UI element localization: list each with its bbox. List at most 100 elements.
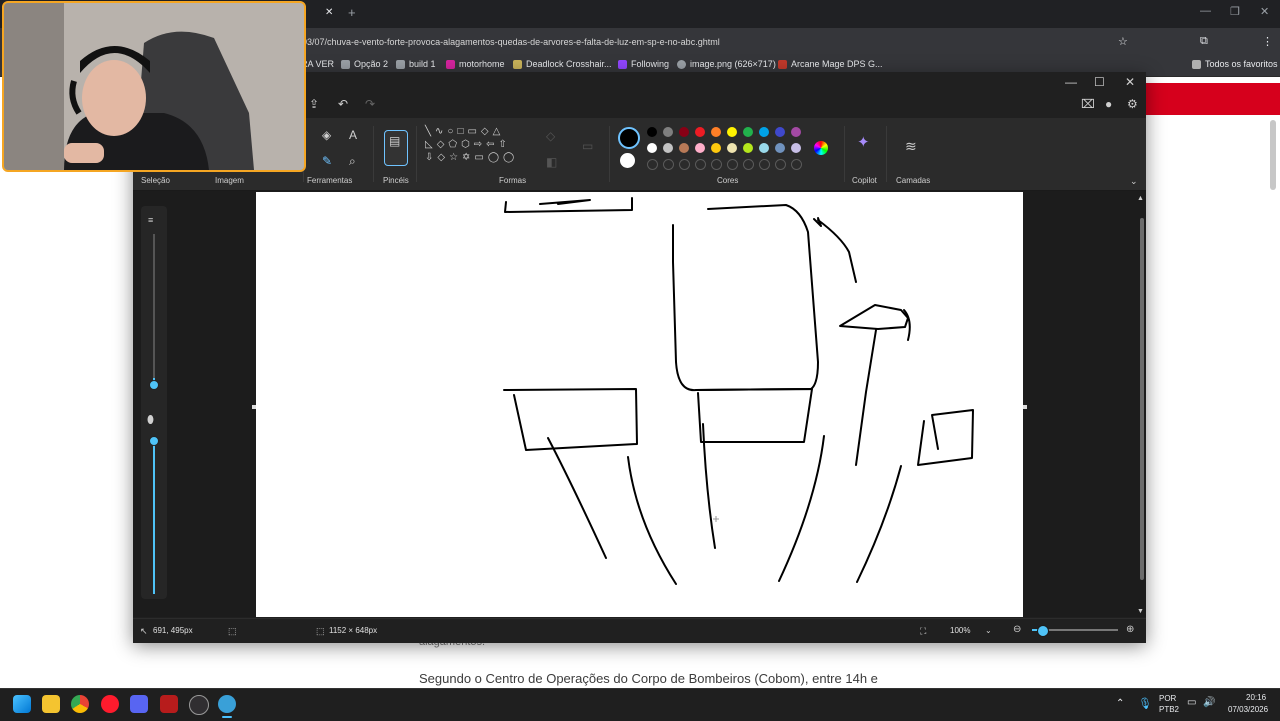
bookmark-item[interactable]: Following bbox=[618, 59, 669, 69]
custom-color-slot[interactable] bbox=[727, 159, 738, 170]
clock-time[interactable]: 20:16 bbox=[1246, 693, 1266, 702]
undo-icon[interactable]: ↶ bbox=[338, 98, 348, 110]
zoom-in-icon[interactable]: ⊕ bbox=[1126, 624, 1134, 636]
color-swatch[interactable] bbox=[727, 127, 737, 137]
volume-icon[interactable]: 🔊 bbox=[1203, 697, 1215, 708]
minimize-icon[interactable]: — bbox=[1065, 76, 1077, 88]
color-swatch[interactable] bbox=[679, 143, 689, 153]
color-swatch[interactable] bbox=[647, 127, 657, 137]
resize-handle[interactable] bbox=[1023, 405, 1027, 409]
custom-color-slot[interactable] bbox=[743, 159, 754, 170]
display-icon[interactable]: ▭ bbox=[1187, 697, 1196, 708]
keyboard-layout[interactable]: PTB2 bbox=[1159, 705, 1179, 714]
color-wheel-icon[interactable] bbox=[814, 141, 828, 155]
tab-close-icon[interactable]: ✕ bbox=[325, 7, 333, 18]
color-swatch[interactable] bbox=[743, 143, 753, 153]
redo-icon[interactable]: ↷ bbox=[365, 98, 375, 110]
url-text[interactable]: 03/07/chuva-e-vento-forte-provoca-alagam… bbox=[302, 37, 720, 47]
language-indicator[interactable]: POR bbox=[1159, 694, 1176, 703]
color-swatch[interactable] bbox=[679, 127, 689, 137]
bookmark-item[interactable]: Deadlock Crosshair... bbox=[513, 59, 612, 69]
bookmark-item[interactable]: motorhome bbox=[446, 59, 505, 69]
settings-icon[interactable]: ⚙ bbox=[1127, 98, 1138, 110]
color-swatch[interactable] bbox=[647, 143, 657, 153]
fit-to-window-icon[interactable]: ⛶ bbox=[920, 625, 926, 637]
size-slider-track[interactable] bbox=[153, 234, 155, 384]
windows-start-icon[interactable] bbox=[13, 695, 31, 713]
puzzle-icon[interactable]: ⧉ bbox=[1200, 35, 1208, 48]
drawing-canvas[interactable] bbox=[256, 192, 1023, 617]
color-swatch[interactable] bbox=[695, 127, 705, 137]
star-icon[interactable]: ☆ bbox=[1118, 35, 1128, 48]
bookmark-item[interactable]: image.png (626×717) bbox=[677, 59, 776, 69]
layers-icon[interactable]: ≋ bbox=[905, 139, 917, 153]
custom-color-slot[interactable] bbox=[711, 159, 722, 170]
copilot-icon[interactable]: ✦ bbox=[857, 135, 870, 150]
menu-icon[interactable]: ⋮ bbox=[1262, 35, 1273, 48]
scroll-down-icon[interactable]: ▼ bbox=[1137, 606, 1144, 618]
color-swatch[interactable] bbox=[727, 143, 737, 153]
color-swatch[interactable] bbox=[775, 143, 785, 153]
scroll-up-icon[interactable]: ▲ bbox=[1137, 193, 1144, 205]
custom-color-slot[interactable] bbox=[759, 159, 770, 170]
color-swatch[interactable] bbox=[775, 127, 785, 137]
bookmark-item[interactable]: Opção 2 bbox=[341, 59, 388, 69]
discord-icon[interactable] bbox=[130, 695, 148, 713]
collapse-ribbon-icon[interactable]: ⌄ bbox=[1130, 175, 1138, 187]
color-swatch[interactable] bbox=[711, 143, 721, 153]
custom-color-slot[interactable] bbox=[775, 159, 786, 170]
maximize-icon[interactable]: ☐ bbox=[1094, 76, 1105, 88]
color-swatch[interactable] bbox=[791, 127, 801, 137]
shape-size-icon[interactable]: ▭ bbox=[582, 140, 593, 152]
color-picker-icon[interactable]: ✎ bbox=[322, 155, 332, 167]
clock-date[interactable]: 07/03/2026 bbox=[1228, 705, 1268, 714]
opacity-slider-track[interactable] bbox=[153, 438, 155, 594]
custom-color-slot[interactable] bbox=[679, 159, 690, 170]
color-swatch[interactable] bbox=[743, 127, 753, 137]
close-icon[interactable]: ✕ bbox=[1125, 76, 1135, 88]
color-swatch[interactable] bbox=[711, 127, 721, 137]
fill-icon[interactable]: ◈ bbox=[322, 129, 331, 141]
zoom-level[interactable]: 100% bbox=[950, 626, 970, 635]
chrome-icon[interactable] bbox=[71, 695, 89, 713]
zoom-dropdown-icon[interactable]: ⌄ bbox=[985, 625, 992, 637]
color-swatch[interactable] bbox=[791, 143, 801, 153]
color-swatch[interactable] bbox=[759, 127, 769, 137]
magnifier-icon[interactable]: ⌕ bbox=[349, 155, 356, 167]
tray-overflow-icon[interactable]: ⌃ bbox=[1116, 698, 1124, 709]
share-icon[interactable]: ⇪ bbox=[309, 98, 319, 110]
custom-color-slot[interactable] bbox=[695, 159, 706, 170]
minimize-browser-icon[interactable]: — bbox=[1200, 5, 1211, 17]
color-swatch[interactable] bbox=[759, 143, 769, 153]
obs-icon[interactable] bbox=[189, 695, 209, 715]
color-swatch[interactable] bbox=[695, 143, 705, 153]
text-icon[interactable]: A bbox=[349, 129, 357, 141]
shapes-gallery[interactable]: ╲∿○□▭◇△ ◺◇⬠⬡⇨⇦⇧ ⇩◇☆✡▭◯◯ bbox=[425, 125, 531, 173]
custom-color-slot[interactable] bbox=[663, 159, 674, 170]
bookmark-item[interactable]: Arcane Mage DPS G... bbox=[778, 59, 883, 69]
feedback-icon[interactable]: ⌧ bbox=[1081, 98, 1095, 110]
size-slider-thumb[interactable] bbox=[149, 380, 159, 390]
color-swatch[interactable] bbox=[663, 143, 673, 153]
custom-color-slot[interactable] bbox=[647, 159, 658, 170]
custom-color-slot[interactable] bbox=[791, 159, 802, 170]
close-browser-icon[interactable]: ✕ bbox=[1260, 5, 1269, 18]
bookmark-item[interactable]: build 1 bbox=[396, 59, 436, 69]
account-icon[interactable]: ● bbox=[1105, 98, 1112, 110]
page-scrollbar[interactable] bbox=[1270, 120, 1276, 190]
zoom-out-icon[interactable]: ⊖ bbox=[1013, 624, 1021, 636]
resize-handle[interactable] bbox=[252, 405, 256, 409]
streaming-app-icon[interactable] bbox=[160, 695, 178, 713]
paint-icon[interactable] bbox=[218, 695, 236, 713]
canvas-scrollbar[interactable] bbox=[1140, 218, 1144, 580]
file-explorer-icon[interactable] bbox=[42, 695, 60, 713]
opacity-slider-thumb[interactable] bbox=[149, 436, 159, 446]
new-tab-button[interactable]: + bbox=[348, 5, 356, 20]
microphone-icon[interactable]: 🎙 bbox=[1138, 697, 1152, 710]
primary-color[interactable] bbox=[618, 127, 640, 149]
fill-shape-icon[interactable]: ◧ bbox=[546, 156, 557, 168]
opera-icon[interactable] bbox=[101, 695, 119, 713]
outline-icon[interactable]: ◇ bbox=[546, 130, 555, 142]
secondary-color[interactable] bbox=[620, 153, 635, 168]
restore-browser-icon[interactable]: ❐ bbox=[1230, 5, 1240, 18]
